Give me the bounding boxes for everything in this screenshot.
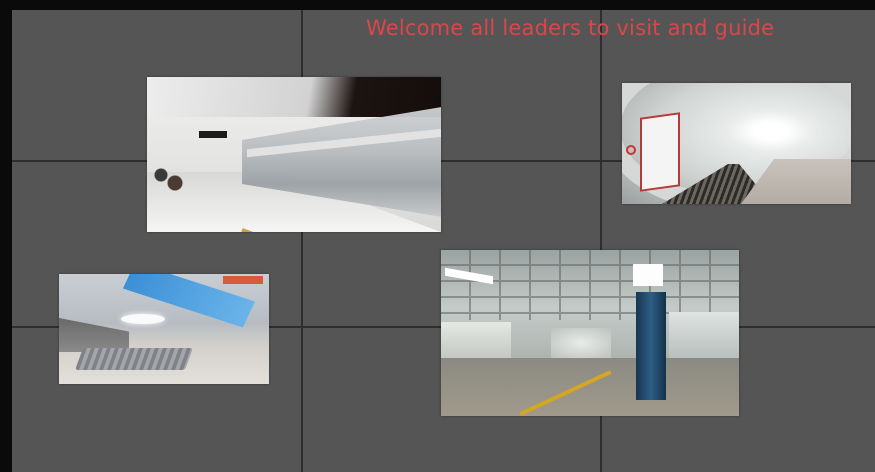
video-wall: Welcome all leaders to visit and guide bbox=[12, 10, 875, 472]
platform-sign bbox=[199, 131, 227, 138]
wall-poster bbox=[640, 112, 680, 192]
station-bench bbox=[74, 348, 194, 370]
photo-platform-train[interactable] bbox=[147, 77, 441, 232]
photo-underground-concourse[interactable] bbox=[441, 250, 739, 416]
station-sign bbox=[223, 276, 263, 284]
photo-modern-station[interactable] bbox=[59, 274, 269, 384]
blue-pillar bbox=[636, 292, 666, 400]
pendant-lamp bbox=[121, 314, 165, 324]
underground-roundel-icon bbox=[626, 145, 636, 155]
photo-tube-tunnel[interactable] bbox=[622, 83, 851, 204]
display-frame: Welcome all leaders to visit and guide bbox=[0, 0, 875, 472]
welcome-banner: Welcome all leaders to visit and guide bbox=[366, 16, 775, 40]
passengers bbox=[149, 159, 189, 199]
